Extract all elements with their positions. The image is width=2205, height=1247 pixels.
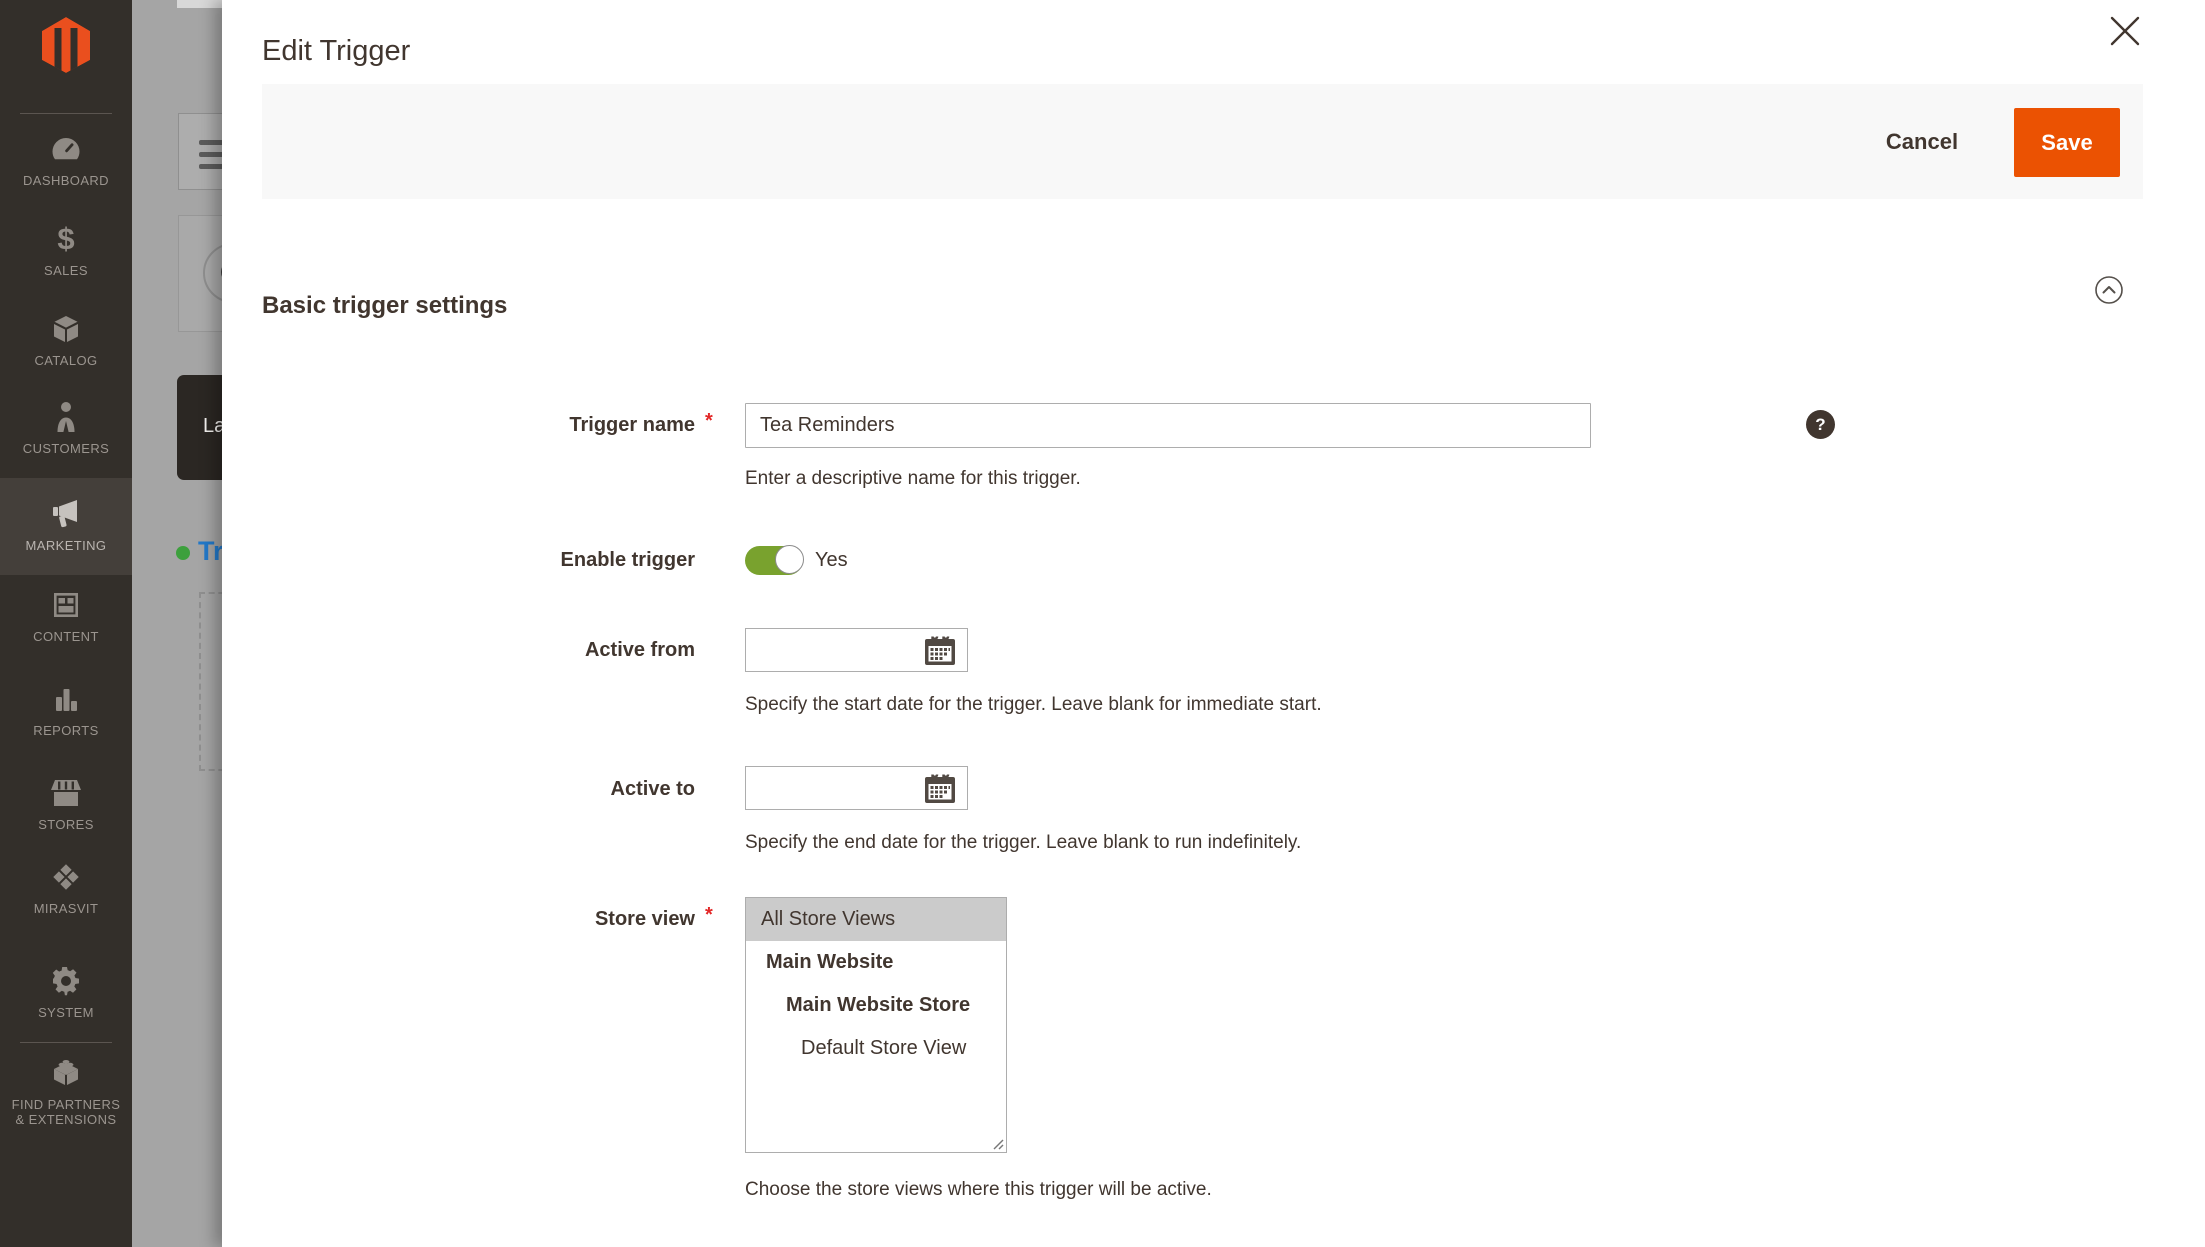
trigger-name-input[interactable] <box>745 403 1591 448</box>
store-view-select[interactable]: All Store Views Main Website Main Websit… <box>745 897 1007 1153</box>
required-marker: * <box>705 904 725 927</box>
sidebar-item-label: MIRASVIT <box>34 901 99 916</box>
calendar-icon[interactable] <box>924 634 956 666</box>
trigger-name-label: Trigger name <box>392 412 695 438</box>
store-view-option-main-website[interactable]: Main Website <box>746 941 1006 984</box>
active-to-field <box>745 766 968 810</box>
chevron-up-icon <box>2094 275 2124 305</box>
reports-icon <box>50 682 82 716</box>
sidebar-item-label: FIND PARTNERS& EXTENSIONS <box>12 1097 121 1127</box>
sidebar-item-marketing[interactable]: MARKETING <box>0 478 132 575</box>
store-view-hint: Choose the store views where this trigge… <box>745 1177 1212 1202</box>
section-heading: Basic trigger settings <box>262 292 507 320</box>
calendar-icon[interactable] <box>924 772 956 804</box>
sidebar-item-label: SYSTEM <box>38 1005 94 1020</box>
background-dark-button[interactable]: La <box>177 375 222 480</box>
sidebar-item-label: CONTENT <box>33 629 99 644</box>
sidebar-item-customers[interactable]: CUSTOMERS <box>0 400 132 456</box>
store-view-label: Store view <box>392 906 695 932</box>
customers-icon <box>50 400 82 434</box>
admin-sidebar: DASHBOARD $ SALES CATALOG CUSTOMERS MARK… <box>0 0 132 1247</box>
active-from-input[interactable] <box>746 629 940 671</box>
modal-title: Edit Trigger <box>262 35 410 68</box>
menu-toggle-button[interactable] <box>178 113 222 190</box>
sidebar-item-reports[interactable]: REPORTS <box>0 682 132 738</box>
active-to-hint: Specify the end date for the trigger. Le… <box>745 830 1301 855</box>
sidebar-item-dashboard[interactable]: DASHBOARD <box>0 132 132 188</box>
active-from-hint: Specify the start date for the trigger. … <box>745 692 1322 717</box>
sidebar-item-stores[interactable]: STORES <box>0 776 132 832</box>
background-dark-button-label: La <box>203 415 222 438</box>
sidebar-item-label: STORES <box>38 817 94 832</box>
sidebar-divider <box>20 113 112 114</box>
toggle-knob <box>775 545 804 574</box>
background-avatar-card <box>178 215 222 332</box>
catalog-icon <box>50 312 82 346</box>
save-button[interactable]: Save <box>2014 108 2120 177</box>
sidebar-item-label: REPORTS <box>33 723 98 738</box>
resize-handle-icon[interactable] <box>991 1137 1004 1150</box>
content-icon <box>50 588 82 622</box>
toggle-state-label: Yes <box>815 547 848 573</box>
magento-logo[interactable] <box>39 16 93 74</box>
background-dashed-region <box>199 592 222 771</box>
mirasvit-icon <box>49 860 83 894</box>
sidebar-item-mirasvit[interactable]: MIRASVIT <box>0 860 132 916</box>
active-from-label: Active from <box>392 637 695 663</box>
required-marker: * <box>705 410 725 433</box>
sidebar-divider <box>20 1042 112 1043</box>
sidebar-item-system[interactable]: SYSTEM <box>0 964 132 1020</box>
stores-icon <box>49 776 83 810</box>
background-header-sliver <box>177 0 222 8</box>
background-page-link[interactable]: Tr <box>198 536 222 567</box>
enable-trigger-toggle[interactable] <box>745 546 803 575</box>
active-to-input[interactable] <box>746 767 940 809</box>
store-view-option-main-website-store[interactable]: Main Website Store <box>746 984 1006 1027</box>
hamburger-icon <box>199 140 222 145</box>
collapse-section-button[interactable] <box>2094 275 2124 305</box>
screen: DASHBOARD $ SALES CATALOG CUSTOMERS MARK… <box>0 0 2205 1247</box>
cancel-button[interactable]: Cancel <box>1862 117 1982 165</box>
edit-trigger-modal: Edit Trigger Cancel Save Basic trigger s… <box>222 0 2205 1247</box>
sidebar-item-content[interactable]: CONTENT <box>0 588 132 644</box>
sidebar-item-label: CUSTOMERS <box>23 441 109 456</box>
magento-logo-icon <box>39 16 93 74</box>
modal-toolbar: Cancel Save <box>262 84 2143 199</box>
active-to-label: Active to <box>392 776 695 802</box>
sidebar-item-label: DASHBOARD <box>23 173 109 188</box>
dashboard-icon <box>50 132 82 166</box>
extensions-icon <box>49 1056 83 1090</box>
system-icon <box>50 964 82 998</box>
marketing-icon <box>49 497 83 531</box>
trigger-name-hint: Enter a descriptive name for this trigge… <box>745 466 1081 491</box>
avatar <box>203 243 222 303</box>
enable-trigger-label: Enable trigger <box>392 547 695 573</box>
dimmed-background-page: La Tr <box>132 0 222 1247</box>
close-icon[interactable] <box>2106 12 2144 50</box>
status-dot <box>176 546 190 560</box>
sales-icon: $ <box>57 222 74 256</box>
sidebar-item-label: SALES <box>44 263 88 278</box>
help-icon[interactable]: ? <box>1806 410 1835 439</box>
store-view-option-default-store-view[interactable]: Default Store View <box>746 1027 1006 1070</box>
sidebar-item-catalog[interactable]: CATALOG <box>0 312 132 368</box>
store-view-option-all[interactable]: All Store Views <box>746 898 1006 941</box>
sidebar-item-label: CATALOG <box>35 353 98 368</box>
sidebar-item-sales[interactable]: $ SALES <box>0 222 132 278</box>
sidebar-item-label: MARKETING <box>26 538 107 553</box>
active-from-field <box>745 628 968 672</box>
sidebar-item-find-partners[interactable]: FIND PARTNERS& EXTENSIONS <box>0 1056 132 1127</box>
